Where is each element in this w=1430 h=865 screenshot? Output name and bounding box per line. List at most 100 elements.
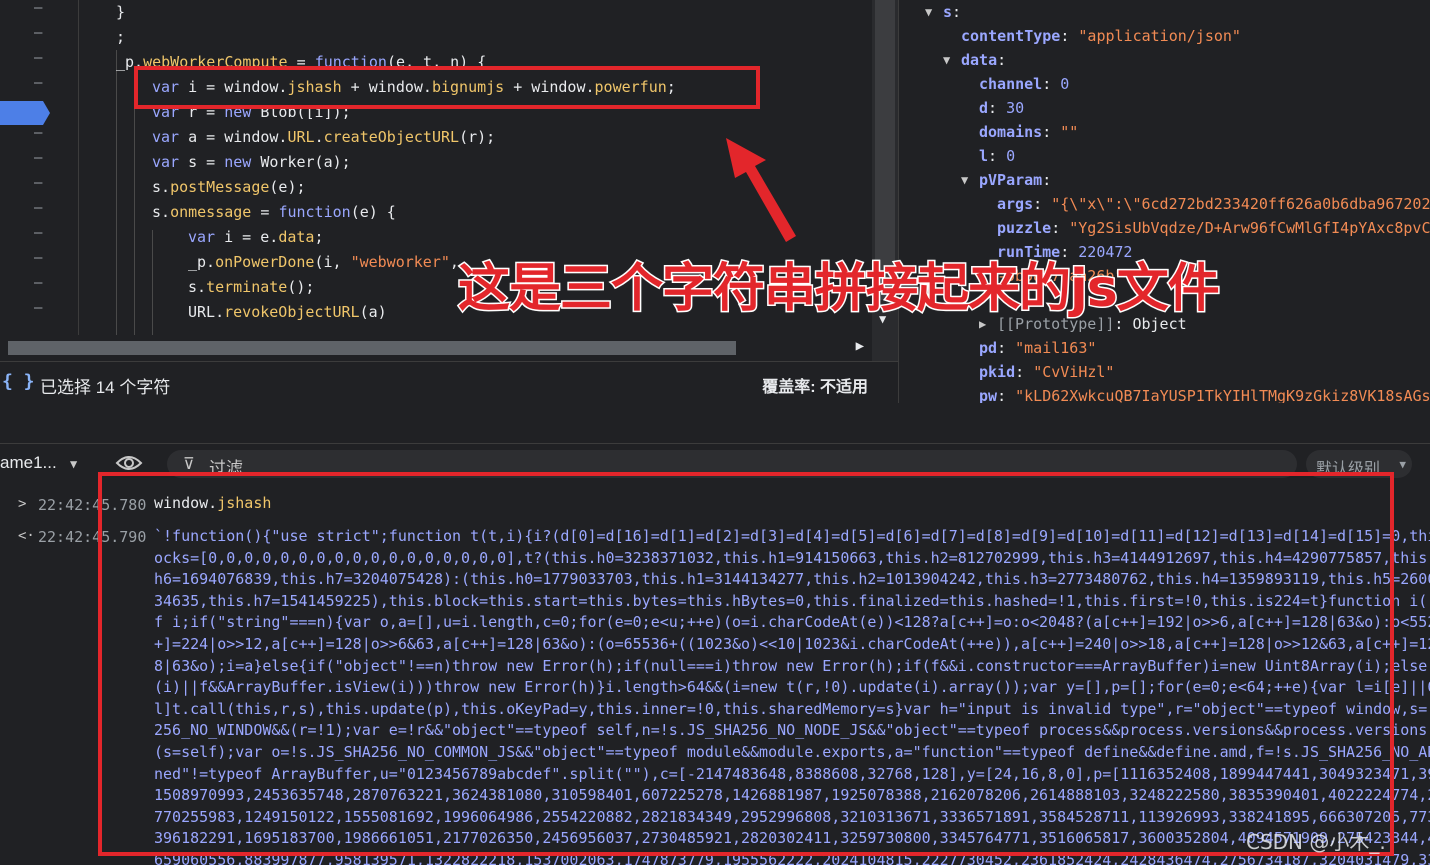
scope-row[interactable]: domains: "": [979, 120, 1078, 144]
code-token: s.: [188, 278, 207, 296]
scope-token: pkid: [979, 363, 1016, 381]
gutter-line[interactable]: –: [0, 200, 78, 225]
line-marker: –: [34, 175, 43, 191]
scope-row[interactable]: pkid: "CvViHzl": [979, 360, 1114, 384]
expand-triangle-icon[interactable]: ▼: [943, 48, 957, 72]
gutter-line[interactable]: –: [0, 75, 78, 100]
scope-token: 0: [1006, 147, 1016, 165]
gutter-line[interactable]: –: [0, 25, 78, 50]
scope-row[interactable]: ▼ data:: [943, 48, 1007, 72]
code-token: (i,: [314, 253, 351, 271]
code-token: revokeObjectURL: [224, 303, 360, 321]
scope-token: "mail163": [1015, 339, 1097, 357]
scope-token: :: [1042, 75, 1061, 93]
code-line[interactable]: s.onmessage = function(e) {: [152, 200, 396, 225]
scope-row[interactable]: contentType: "application/json": [961, 24, 1241, 48]
gutter-line[interactable]: –: [0, 50, 78, 75]
line-marker: –: [34, 50, 43, 66]
code-token: "webworker": [350, 253, 450, 271]
context-selector[interactable]: ame1...: [0, 453, 57, 473]
coverage-status: 覆盖率: 不适用: [762, 379, 868, 396]
line-marker: –: [34, 250, 43, 266]
scope-row[interactable]: ▼ s:: [925, 0, 961, 24]
gutter-line[interactable]: –: [0, 250, 78, 275]
line-gutter[interactable]: –––––––––––––: [0, 0, 79, 335]
scope-token: d: [979, 99, 989, 117]
gutter-line[interactable]: –: [0, 175, 78, 200]
filter-icon: ⊽: [183, 454, 195, 473]
code-line[interactable]: var a = window.URL.createObjectURL(r);: [152, 125, 495, 150]
selection-status: 已选择 14 个字符: [40, 378, 171, 397]
code-line[interactable]: s.postMessage(e);: [152, 175, 306, 200]
code-token: ;: [116, 28, 126, 46]
code-token: var: [188, 228, 216, 246]
code-token: ();: [287, 278, 315, 296]
annotation-caption: 这是三个字符串拼接起来的js文件: [457, 258, 1222, 321]
scope-panel[interactable]: ▼ s: contentType: "application/json" ▼ dat…: [898, 0, 1430, 403]
code-line[interactable]: URL.revokeObjectURL(a): [188, 300, 387, 325]
scope-row[interactable]: puzzle: "Yg2SisUbVqdze/D+Arw96fCwMlGfI4p…: [997, 216, 1430, 240]
scroll-right-arrow-icon[interactable]: ▶: [856, 338, 864, 354]
scope-token: :: [1033, 195, 1052, 213]
highlight-box: [98, 472, 1394, 856]
scope-row[interactable]: ▼ pVParam:: [961, 168, 1051, 192]
gutter-line[interactable]: –: [0, 0, 78, 25]
gutter-line[interactable]: –: [0, 125, 78, 150]
scope-token: "": [1060, 123, 1079, 141]
scope-row[interactable]: d: 30: [979, 96, 1024, 120]
scope-token: domains: [979, 123, 1043, 141]
scope-row[interactable]: l: 0: [979, 144, 1015, 168]
scope-token: :: [997, 387, 1016, 403]
code-line[interactable]: var i = e.data;: [188, 225, 323, 250]
code-token: .: [314, 128, 324, 146]
editor-status-bar: { } 已选择 14 个字符 覆盖率: 不适用: [0, 361, 898, 404]
scope-row[interactable]: channel: 0: [979, 72, 1069, 96]
expand-triangle-icon[interactable]: ▼: [925, 0, 939, 24]
chevron-down-icon[interactable]: ▼: [70, 457, 77, 471]
scope-token: l: [979, 147, 989, 165]
scope-token: channel: [979, 75, 1043, 93]
scope-token: 30: [1006, 99, 1025, 117]
highlight-box: [134, 66, 760, 109]
line-marker: –: [34, 75, 43, 91]
scope-token: 0: [1060, 75, 1070, 93]
code-token: Worker(a);: [251, 153, 351, 171]
code-token: data: [278, 228, 315, 246]
expand-triangle-icon[interactable]: ▼: [961, 168, 975, 192]
scope-row[interactable]: pd: "mail163": [979, 336, 1096, 360]
gutter-line[interactable]: –: [0, 300, 78, 325]
scope-row[interactable]: args: "{\"x\":\"6cd272bd233420ff626a0b6d…: [997, 192, 1430, 216]
scope-token: puzzle: [997, 219, 1052, 237]
code-line[interactable]: s.terminate();: [188, 275, 314, 300]
scope-token: :: [997, 51, 1007, 69]
code-token: }: [116, 3, 126, 21]
code-token: var: [152, 128, 180, 146]
scope-row[interactable]: pw: "kLD62XwkcuQB7IaYUSP1TkYIHlTMgK9zGki…: [979, 384, 1430, 403]
code-line[interactable]: }: [116, 0, 125, 25]
scrollbar-thumb[interactable]: [8, 341, 736, 355]
scope-token: args: [997, 195, 1034, 213]
code-token: URL: [287, 128, 315, 146]
code-line[interactable]: var s = new Worker(a);: [152, 150, 351, 175]
line-marker: –: [34, 225, 43, 241]
gutter-line[interactable]: –: [0, 275, 78, 300]
scope-token: :: [1051, 219, 1070, 237]
code-token: _p.: [188, 253, 216, 271]
line-marker: –: [34, 0, 43, 16]
horizontal-scrollbar[interactable]: ▶: [0, 335, 872, 361]
code-token: var: [152, 153, 180, 171]
code-token: new: [224, 153, 252, 171]
scope-token: :: [1042, 123, 1061, 141]
line-marker: –: [34, 25, 43, 41]
breakpoint-marker[interactable]: [0, 101, 50, 125]
panel-divider[interactable]: [0, 403, 1430, 443]
scope-token: "kLD62XwkcuQB7IaYUSP1TkYIHlTMgK9zGkiz8VK…: [1015, 387, 1430, 403]
gutter-line[interactable]: –: [0, 150, 78, 175]
pretty-print-icon[interactable]: { }: [2, 371, 35, 392]
eye-icon[interactable]: [115, 454, 143, 472]
code-token: s.: [152, 178, 171, 196]
code-line[interactable]: ;: [116, 25, 125, 50]
line-marker: –: [34, 150, 43, 166]
gutter-line[interactable]: –: [0, 225, 78, 250]
code-line[interactable]: _p.onPowerDone(i, "webworker",: [188, 250, 459, 275]
